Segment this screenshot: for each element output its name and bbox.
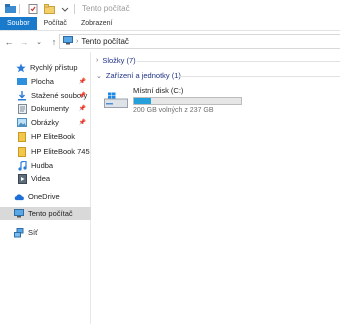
group-devices-label: Zařízení a jednotky (1): [105, 71, 181, 80]
content-pane: › Složky (7) ⌄ Zařízení a jednotky (1) M…: [92, 52, 340, 324]
desktop-icon: [17, 77, 27, 87]
titlebar-separator: [19, 3, 20, 14]
group-folders-label: Složky (7): [102, 56, 136, 65]
group-divider: [178, 76, 340, 77]
sidebar-item-label: Plocha: [31, 77, 54, 86]
sidebar-item-label: Rychlý přístup: [30, 63, 78, 72]
videos-icon: [17, 173, 27, 184]
address-bar[interactable]: › Tento počítač: [59, 34, 340, 49]
music-icon: [17, 160, 27, 171]
sidebar-item-label: HP EliteBook: [31, 132, 76, 141]
navigation-bar: ← → ⌄ ↑ › Tento počítač: [0, 31, 340, 52]
sidebar-item-label: Obrázky: [31, 118, 59, 127]
pin-icon[interactable]: 📌: [79, 78, 86, 85]
sidebar-item-network[interactable]: Síť: [0, 226, 91, 239]
folder-icon: [17, 146, 27, 157]
window-title: Tento počítač: [82, 4, 130, 13]
sidebar-item-desktop[interactable]: Plocha 📌: [0, 75, 91, 88]
back-arrow-icon[interactable]: ←: [3, 36, 15, 48]
sidebar-item-quick-access[interactable]: Rychlý přístup: [0, 61, 91, 74]
drive-usage-fill: [134, 98, 151, 104]
new-folder-icon[interactable]: [43, 3, 55, 15]
folder-icon: [17, 131, 27, 142]
this-pc-icon: [63, 36, 73, 47]
pin-icon[interactable]: 📌: [79, 105, 86, 112]
chevron-right-icon[interactable]: ›: [96, 57, 98, 64]
sidebar-item-label: Dokumenty: [31, 104, 69, 113]
pictures-icon: [17, 118, 27, 128]
properties-icon[interactable]: [27, 3, 39, 15]
app-folder-icon[interactable]: [4, 3, 16, 15]
recent-locations-chevron-icon[interactable]: ⌄: [33, 36, 45, 48]
this-pc-icon: [14, 209, 24, 219]
sidebar-item-hp-elitebook-745[interactable]: HP EliteBook 745 G: [0, 145, 91, 158]
sidebar-item-documents[interactable]: Dokumenty 📌: [0, 102, 91, 115]
documents-icon: [17, 103, 27, 114]
group-folders-header[interactable]: › Složky (7): [96, 55, 136, 66]
sidebar-item-onedrive[interactable]: OneDrive: [0, 190, 91, 203]
sidebar-item-label: Síť: [28, 228, 38, 237]
breadcrumb-this-pc[interactable]: Tento počítač: [81, 37, 129, 46]
group-divider: [137, 61, 340, 62]
drive-free-space: 200 GB volných z 237 GB: [133, 107, 214, 114]
sidebar-item-downloads[interactable]: Stažené soubory 📌: [0, 89, 91, 102]
chevron-down-icon[interactable]: ⌄: [96, 72, 102, 80]
cloud-icon: [14, 192, 24, 202]
title-bar: Tento počítač: [0, 0, 340, 17]
ribbon-tabs: Soubor Počítač Zobrazení: [0, 17, 340, 31]
sidebar-item-music[interactable]: Hudba: [0, 159, 91, 172]
sidebar-item-label: Tento počítač: [28, 209, 73, 218]
sidebar-item-label: OneDrive: [28, 192, 60, 201]
sidebar-item-label: HP EliteBook 745 G: [31, 147, 91, 156]
customize-toolbar-icon[interactable]: [59, 3, 71, 15]
star-icon: [16, 63, 26, 73]
sidebar-item-hp-elitebook[interactable]: HP EliteBook: [0, 130, 91, 143]
hard-drive-icon: [104, 92, 128, 108]
sidebar-item-videos[interactable]: Videa: [0, 172, 91, 185]
sidebar-item-label: Videa: [31, 174, 51, 183]
sidebar-item-this-pc[interactable]: Tento počítač: [0, 207, 91, 220]
tab-view[interactable]: Zobrazení: [74, 17, 120, 30]
pin-icon[interactable]: 📌: [79, 92, 86, 99]
sidebar-item-pictures[interactable]: Obrázky 📌: [0, 116, 91, 129]
forward-arrow-icon[interactable]: →: [18, 36, 30, 48]
download-icon: [17, 90, 27, 101]
titlebar-separator: [74, 3, 75, 14]
tab-file[interactable]: Soubor: [0, 17, 37, 30]
drive-usage-bar: [133, 97, 242, 105]
breadcrumb-chevron-icon[interactable]: ›: [76, 38, 78, 45]
network-icon: [14, 227, 24, 238]
navigation-pane: Rychlý přístup Plocha 📌 Stažené soubory …: [0, 52, 91, 324]
drive-local-c[interactable]: Místní disk (C:) 200 GB volných z 237 GB: [104, 86, 254, 114]
drive-name: Místní disk (C:): [133, 86, 184, 95]
pin-icon[interactable]: 📌: [79, 119, 86, 126]
tab-computer[interactable]: Počítač: [37, 17, 74, 30]
sidebar-item-label: Hudba: [31, 161, 54, 170]
group-devices-header[interactable]: ⌄ Zařízení a jednotky (1): [96, 70, 181, 81]
